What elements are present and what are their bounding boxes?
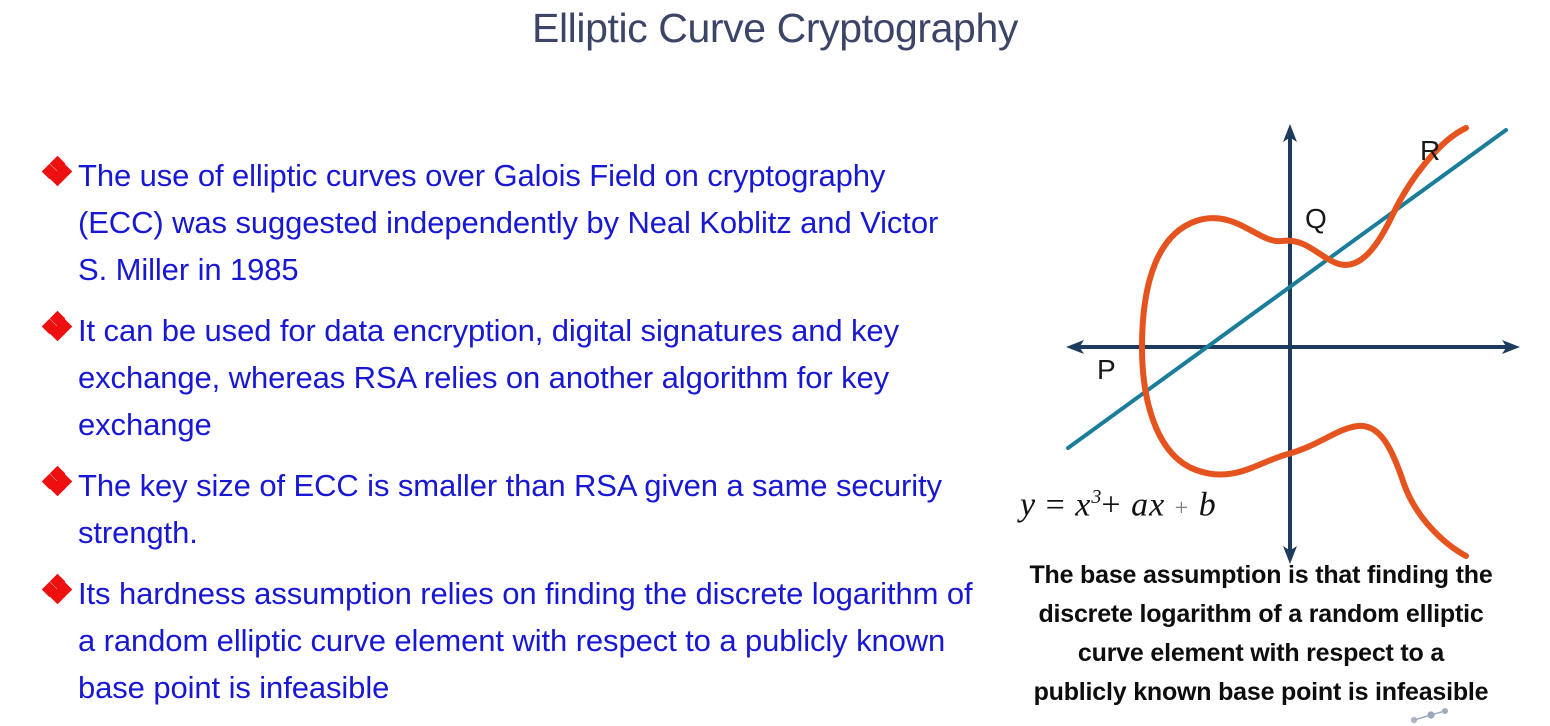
bullet-text-4: Its hardness assumption relies on findin… — [78, 576, 973, 705]
bullet-text-3: The key size of ECC is smaller than RSA … — [78, 468, 942, 550]
bullet-text-2: It can be used for data encryption, digi… — [78, 313, 899, 442]
equation-exponent: 3 — [1091, 486, 1102, 508]
elliptic-curve-lower-branch — [1139, 344, 1469, 559]
list-item: It can be used for data encryption, digi… — [41, 307, 974, 448]
elliptic-curve-upper-branch — [1139, 125, 1469, 350]
elliptic-curve-figure: P Q R y = x3+ ax + b — [1000, 104, 1546, 574]
list-item: Its hardness assumption relies on findin… — [41, 570, 974, 711]
bullet-list: The use of elliptic curves over Galois F… — [41, 152, 974, 725]
equation-lhs: y — [1020, 486, 1037, 524]
equation-term-b: b — [1198, 486, 1217, 524]
x-axis — [1066, 340, 1520, 354]
equation-term-x: x — [1075, 486, 1092, 524]
y-axis — [1283, 124, 1297, 564]
figure-caption: The base assumption is that finding the … — [978, 556, 1544, 712]
four-diamond-bullet-icon — [41, 462, 78, 498]
corner-decoration-icon — [1410, 708, 1448, 724]
four-diamond-bullet-icon — [41, 307, 78, 343]
equation-plus-two: + — [1174, 495, 1190, 522]
point-label-R: R — [1420, 135, 1440, 166]
list-item: The key size of ECC is smaller than RSA … — [41, 462, 974, 556]
point-label-Q: Q — [1305, 203, 1327, 234]
caption-line-1: The base assumption is that finding the — [1029, 561, 1493, 589]
caption-line-2: discrete logarithm of a random elliptic — [1038, 600, 1484, 628]
caption-line-3: curve element with respect to a — [1077, 639, 1445, 667]
slide-canvas: Elliptic Curve Cryptography The use of e… — [0, 0, 1550, 726]
curve-equation: y = x3+ ax + b — [1020, 486, 1217, 524]
point-label-P: P — [1097, 354, 1116, 385]
page-title: Elliptic Curve Cryptography — [532, 5, 1018, 51]
secant-line — [1066, 128, 1508, 450]
four-diamond-bullet-icon — [41, 570, 78, 606]
list-item: The use of elliptic curves over Galois F… — [41, 152, 974, 293]
bullet-text-1: The use of elliptic curves over Galois F… — [78, 158, 939, 287]
equation-term-ax: ax — [1131, 486, 1166, 524]
equation-plus-one: + — [1101, 486, 1122, 524]
equation-equals: = — [1045, 486, 1066, 524]
four-diamond-bullet-icon — [41, 152, 78, 188]
